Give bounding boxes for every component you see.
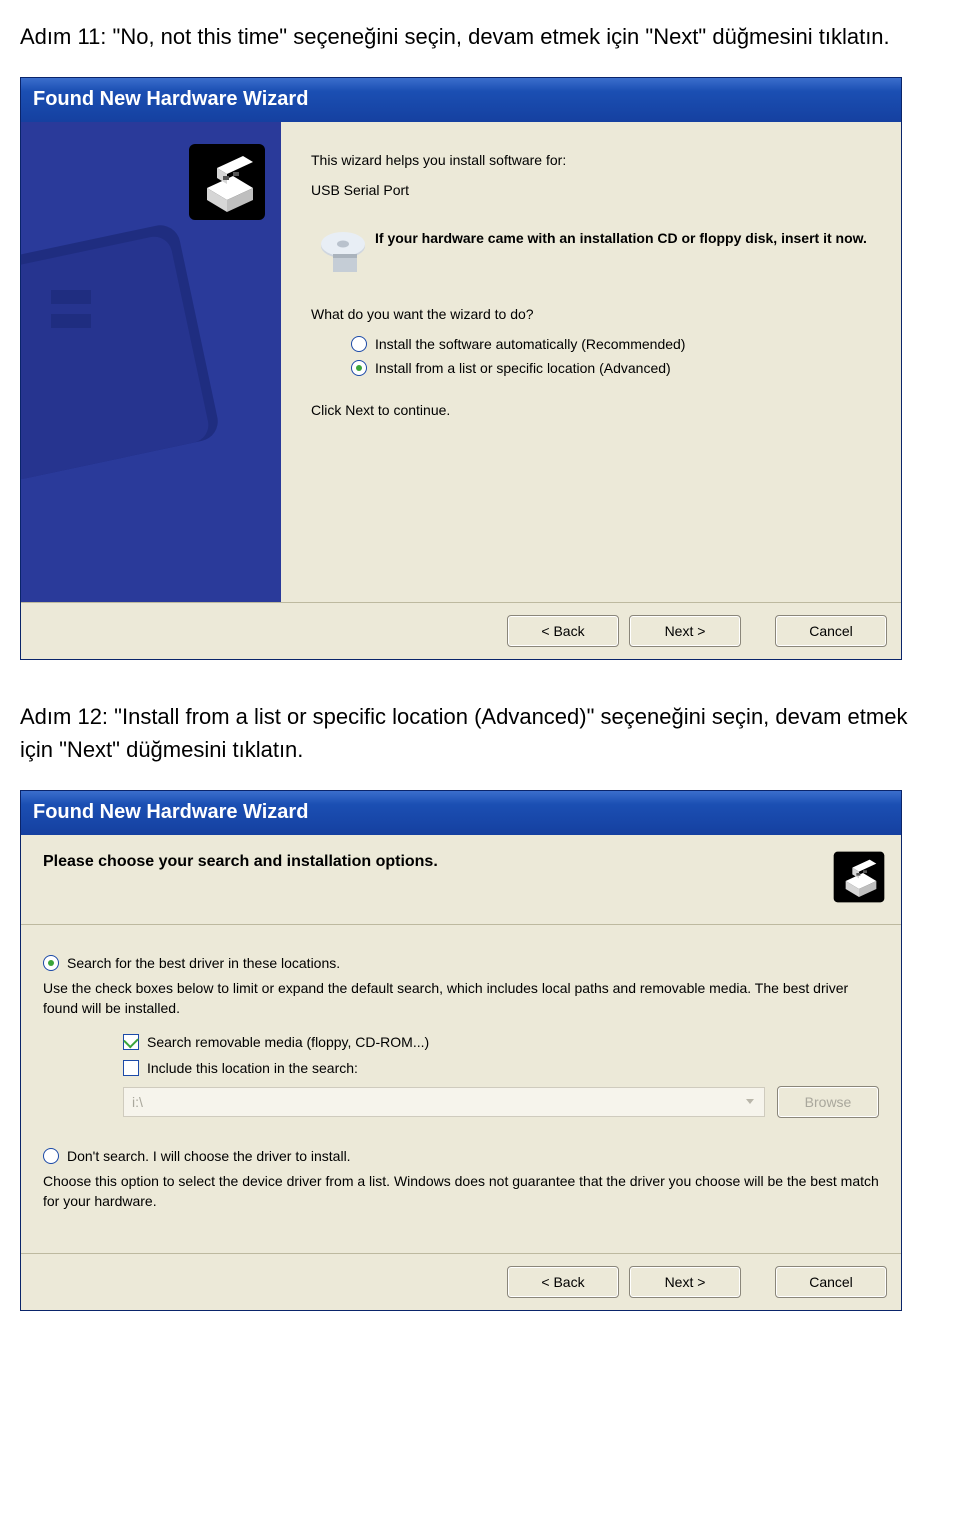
wizard-dialog-1: Found New Hardware Wizard	[20, 77, 902, 660]
path-value: i:\	[132, 1094, 143, 1110]
click-next-text: Click Next to continue.	[311, 402, 871, 418]
checkbox-search-removable[interactable]: Search removable media (floppy, CD-ROM..…	[123, 1034, 879, 1050]
radio-search-best-driver[interactable]: Search for the best driver in these loca…	[43, 955, 879, 971]
back-button[interactable]: < Back	[507, 615, 619, 647]
radio-label: Install the software automatically (Reco…	[375, 336, 685, 352]
checkbox-label: Search removable media (floppy, CD-ROM..…	[147, 1034, 429, 1050]
radio-label: Search for the best driver in these loca…	[67, 955, 340, 971]
radio-install-auto[interactable]: Install the software automatically (Reco…	[351, 336, 871, 352]
checkbox-label: Include this location in the search:	[147, 1060, 358, 1076]
radio-icon	[351, 336, 367, 352]
radio-label: Install from a list or specific location…	[375, 360, 671, 376]
title-text: Found New Hardware Wizard	[33, 88, 308, 111]
checkbox-include-location[interactable]: Include this location in the search:	[123, 1060, 879, 1076]
dialog-heading: Please choose your search and installati…	[43, 853, 438, 871]
hardware-card-icon	[185, 140, 269, 229]
radio-icon	[351, 360, 367, 376]
title-text: Found New Hardware Wizard	[33, 801, 308, 824]
step-12-instruction: Adım 12: "Install from a list or specifi…	[20, 700, 940, 766]
next-button[interactable]: Next >	[629, 1266, 741, 1298]
search-description: Use the check boxes below to limit or ex…	[43, 979, 879, 1018]
radio-dont-search[interactable]: Don't search. I will choose the driver t…	[43, 1148, 879, 1164]
cd-icon	[311, 224, 375, 280]
dont-search-description: Choose this option to select the device …	[43, 1172, 879, 1211]
radio-install-from-list[interactable]: Install from a list or specific location…	[351, 360, 871, 376]
next-button[interactable]: Next >	[629, 615, 741, 647]
device-name: USB Serial Port	[311, 182, 871, 198]
title-bar: Found New Hardware Wizard	[21, 791, 901, 835]
title-bar: Found New Hardware Wizard	[21, 78, 901, 122]
step-11-instruction: Adım 11: "No, not this time" seçeneğini …	[20, 20, 940, 53]
chevron-down-icon	[744, 1094, 756, 1110]
browse-button[interactable]: Browse	[777, 1086, 879, 1118]
wizard-question: What do you want the wizard to do?	[311, 306, 871, 322]
checkbox-icon	[123, 1034, 139, 1050]
hardware-card-icon-small	[831, 849, 887, 910]
radio-icon	[43, 1148, 59, 1164]
cancel-button[interactable]: Cancel	[775, 1266, 887, 1298]
wizard-dialog-2: Found New Hardware Wizard Please choose …	[20, 790, 902, 1311]
cd-notice: If your hardware came with an installati…	[375, 230, 867, 246]
checkbox-icon	[123, 1060, 139, 1076]
radio-icon	[43, 955, 59, 971]
location-path-input[interactable]: i:\	[123, 1087, 765, 1117]
cancel-button[interactable]: Cancel	[775, 615, 887, 647]
intro-text: This wizard helps you install software f…	[311, 152, 871, 168]
side-graphic-panel	[21, 122, 281, 602]
radio-label: Don't search. I will choose the driver t…	[67, 1148, 351, 1164]
back-button[interactable]: < Back	[507, 1266, 619, 1298]
